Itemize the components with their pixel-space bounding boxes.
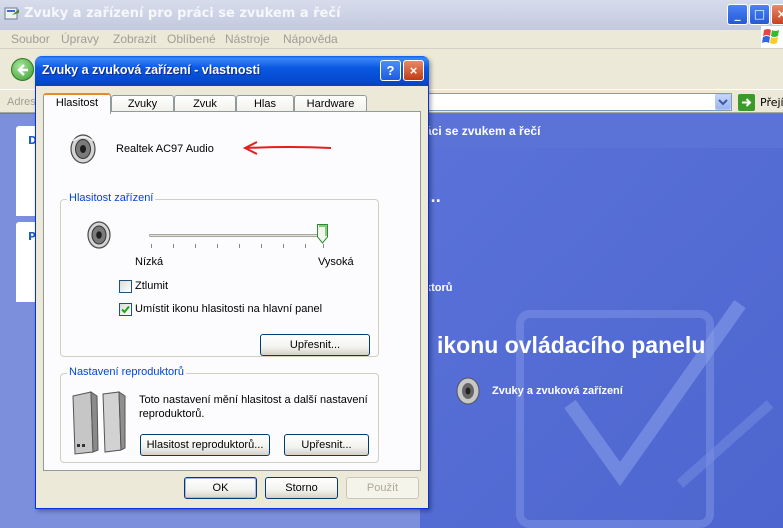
speaker-settings-description: Toto nastavení mění hlasitost a další na… (139, 394, 368, 420)
properties-dialog: Zvuky a zvuková zařízení - vlastnosti ? … (35, 56, 429, 509)
menu-zobrazit[interactable]: Zobrazit (113, 32, 156, 46)
volume-slider-thumb[interactable] (317, 224, 328, 244)
slider-tick (173, 244, 174, 248)
go-button[interactable] (738, 94, 755, 111)
arrow-right-icon (742, 98, 752, 107)
watermark-graphic (516, 299, 774, 528)
volume-slider-track[interactable] (149, 234, 325, 237)
menu-bar: Soubor Úpravy Zobrazit Oblíbené Nástroje… (0, 30, 783, 49)
back-button[interactable] (11, 58, 34, 81)
cpl-item-label: Zvuky a zvuková zařízení (492, 385, 623, 397)
tray-icon-checkbox[interactable] (119, 303, 132, 316)
slider-tick (151, 244, 152, 248)
slider-tick (195, 244, 196, 248)
slider-tick (305, 244, 306, 248)
category-header-text: áci se zvukem a řečí (425, 124, 541, 138)
dialog-title: Zvuky a zvuková zařízení - vlastnosti (42, 63, 261, 77)
chevron-down-icon (718, 99, 728, 106)
cpl-item-sounds[interactable]: Zvuky a zvuková zařízení (454, 376, 714, 406)
background-window-titlebar: Zvuky a zařízení pro práci se zvukem a ř… (0, 0, 783, 30)
tab-hlasitost[interactable]: Hlasitost (43, 93, 111, 114)
slider-tick (239, 244, 240, 248)
speakers-icon (72, 391, 126, 455)
close-button[interactable]: × (771, 4, 783, 25)
slider-tick (217, 244, 218, 248)
go-label[interactable]: Přejí (760, 96, 783, 109)
speaker-icon (87, 221, 111, 249)
dialog-close-button[interactable]: × (403, 60, 424, 81)
checkmark-icon (121, 305, 130, 314)
apply-button[interactable]: Použít (346, 477, 419, 499)
device-volume-group: Hlasitost zařízení Nízká Vysoká Ztlumit … (60, 192, 379, 357)
volume-low-label: Nízká (135, 256, 164, 268)
menu-upravy[interactable]: Úpravy (61, 32, 99, 46)
slider-tick (283, 244, 284, 248)
device-advanced-button[interactable]: Upřesnit... (260, 334, 370, 356)
volume-high-label: Vysoká (318, 256, 354, 268)
help-button[interactable]: ? (380, 60, 401, 81)
maximize-button[interactable]: □ (749, 4, 770, 25)
task-link[interactable]: ktorů (425, 282, 453, 294)
device-volume-group-title: Hlasitost zařízení (67, 192, 156, 204)
speaker-settings-group: Nastavení reproduktorů Toto nastavení mě… (60, 366, 379, 463)
slider-tick (261, 244, 262, 248)
arrow-left-icon (17, 64, 28, 76)
pick-icon-heading: ikonu ovládacího panelu (437, 332, 706, 358)
minimize-button[interactable]: _ (727, 4, 748, 25)
cancel-button[interactable]: Storno (265, 477, 338, 499)
menu-nastroje[interactable]: Nástroje (225, 32, 270, 46)
address-dropdown-button[interactable] (715, 94, 731, 110)
mute-label[interactable]: Ztlumit (135, 280, 168, 292)
address-input[interactable] (420, 93, 732, 111)
menu-soubor[interactable]: Soubor (11, 32, 50, 46)
background-window-title: Zvuky a zařízení pro práci se zvukem a ř… (24, 6, 341, 21)
speaker-icon (70, 134, 96, 164)
address-label: Adres (7, 96, 36, 108)
mute-checkbox[interactable] (119, 280, 132, 293)
windows-logo-icon (761, 26, 783, 48)
tab-panel-hlasitost: Realtek AC97 Audio Hlasitost zařízení Ní… (43, 111, 421, 471)
ok-button[interactable]: OK (184, 477, 257, 499)
speaker-settings-group-title: Nastavení reproduktorů (67, 366, 186, 378)
tray-icon-label[interactable]: Umístit ikonu hlasitosti na hlavní panel (135, 303, 322, 315)
menu-oblibene[interactable]: Oblíbené (167, 32, 216, 46)
main-content: áci se zvukem a řečí ... ktorů ikonu ovl… (420, 114, 783, 528)
annotation-arrow (242, 141, 332, 155)
dialog-titlebar[interactable]: Zvuky a zvuková zařízení - vlastnosti ? … (35, 56, 429, 86)
menu-napoveda[interactable]: Nápověda (283, 32, 338, 46)
speaker-volume-button[interactable]: Hlasitost reproduktorů... (140, 434, 270, 456)
speaker-icon (456, 377, 480, 405)
speaker-advanced-button[interactable]: Upřesnit... (284, 434, 369, 456)
control-panel-icon (4, 7, 19, 20)
device-name: Realtek AC97 Audio (116, 143, 214, 155)
slider-tick (323, 244, 324, 248)
